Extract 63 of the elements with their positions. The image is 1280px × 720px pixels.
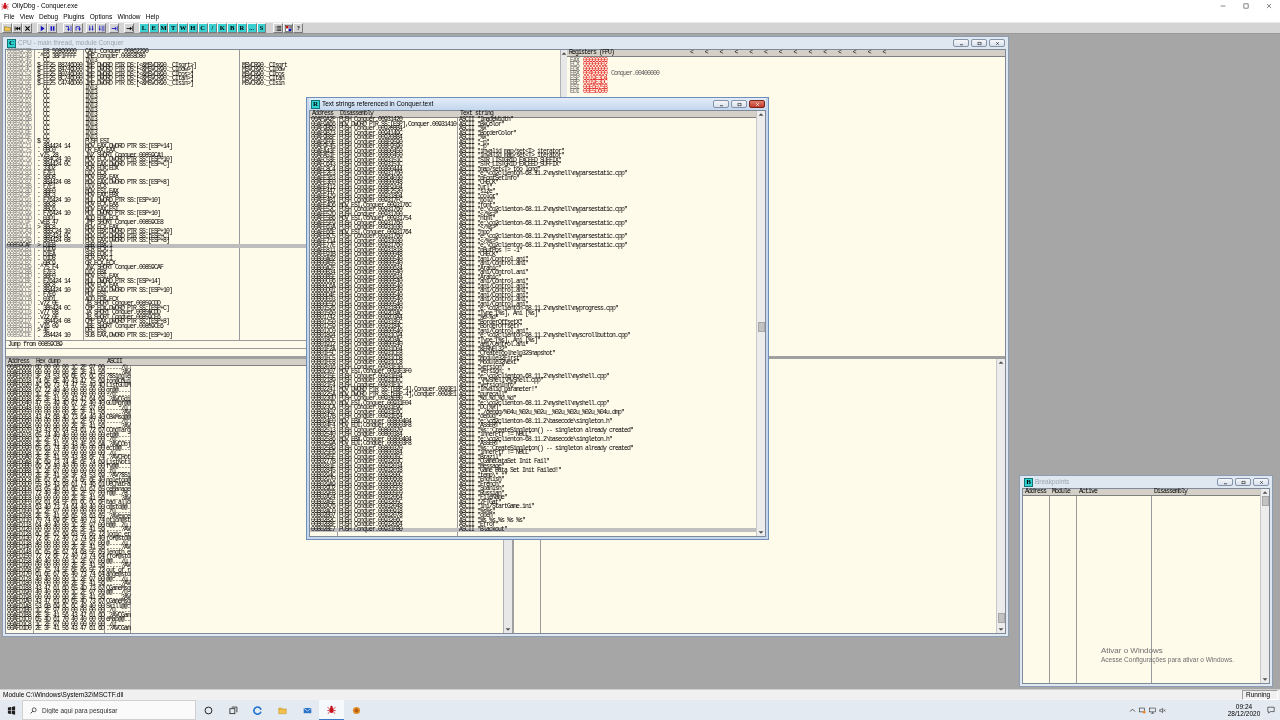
four-panes-icon <box>6 705 16 715</box>
folder-icon <box>3 24 11 32</box>
scroll-thumb[interactable] <box>997 613 1005 623</box>
scroll-down-icon <box>505 627 511 632</box>
arrow-bars-icon <box>97 24 105 32</box>
toolbar-button[interactable] <box>47 23 57 33</box>
swirl-icon <box>253 705 263 715</box>
bug-icon <box>1 1 9 10</box>
maximize-icon <box>976 40 982 46</box>
taskbar-button[interactable] <box>319 700 345 720</box>
close-icon <box>23 24 31 32</box>
grid-icon <box>284 24 292 32</box>
toolbar-button[interactable] <box>124 23 134 33</box>
toolbar-button[interactable] <box>273 23 284 33</box>
toolbar-button[interactable] <box>63 23 73 33</box>
muted-speaker-icon <box>1158 706 1166 714</box>
close-icon <box>1265 2 1272 9</box>
toolbar-button[interactable] <box>73 23 83 33</box>
scroll-thumb[interactable] <box>757 322 765 332</box>
toolbar-button[interactable] <box>86 23 96 33</box>
double-arrow-icon <box>87 24 95 32</box>
close-icon <box>754 101 760 107</box>
toolbar-button[interactable] <box>22 23 32 33</box>
maximize-icon <box>1240 479 1246 485</box>
list-icon <box>274 24 282 32</box>
toolbar-button[interactable] <box>37 23 47 33</box>
maximize-icon <box>1242 2 1249 9</box>
scroll-down-icon <box>758 530 764 535</box>
scroll-down-icon <box>998 627 1004 632</box>
toolbar-button[interactable] <box>109 23 119 33</box>
speech-bubble-icon <box>1267 706 1275 714</box>
stacked-windows-icon <box>228 705 238 715</box>
close-button[interactable] <box>749 100 765 108</box>
ring-icon <box>203 705 213 715</box>
arrow-right-icon <box>125 24 133 32</box>
maximize-button[interactable] <box>731 100 747 108</box>
pause-icon <box>48 24 56 32</box>
maximize-icon <box>736 101 742 107</box>
close-icon <box>994 40 1000 46</box>
arc-arrow-icon <box>74 24 82 32</box>
bent-arrow-icon <box>64 24 72 32</box>
envelope-icon <box>302 705 312 715</box>
rewind-icon <box>13 24 21 32</box>
scroll-down-icon <box>1262 677 1268 682</box>
toolbar-button[interactable] <box>283 23 294 33</box>
scroll-thumb[interactable] <box>1261 496 1269 506</box>
minimize-icon <box>1219 2 1226 9</box>
ball-icon <box>351 705 361 715</box>
toolbar-button[interactable] <box>12 23 22 33</box>
close-icon <box>1258 479 1264 485</box>
scroll-up-icon <box>561 51 567 56</box>
monitor-icon <box>1148 706 1156 714</box>
minimize-button[interactable] <box>713 100 729 108</box>
vertical-scrollbar[interactable] <box>996 359 1005 633</box>
scroll-up-icon <box>758 112 764 117</box>
chevron-up-icon <box>1128 706 1136 714</box>
vertical-scrollbar[interactable] <box>756 111 765 536</box>
window-alert-icon <box>1138 706 1146 714</box>
folder-icon <box>277 705 287 715</box>
bug-icon <box>327 705 337 714</box>
search-icon <box>30 706 37 714</box>
play-icon <box>38 24 46 32</box>
return-arrow-icon <box>110 24 118 32</box>
